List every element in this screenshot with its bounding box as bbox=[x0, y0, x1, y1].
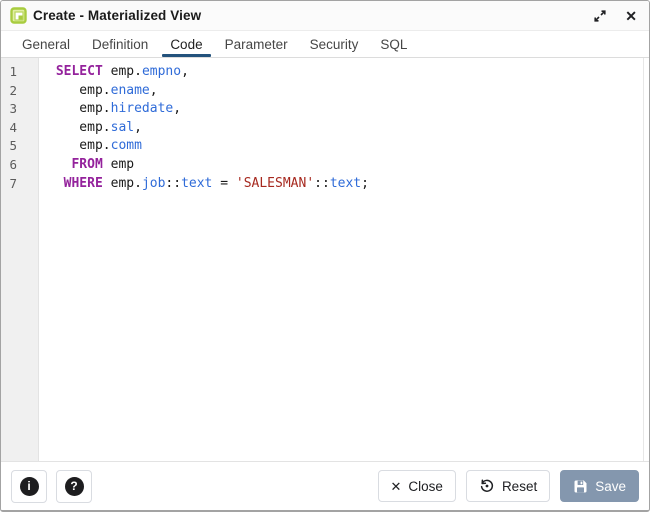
code-area[interactable]: SELECT emp.empno, emp.ename, emp.hiredat… bbox=[39, 58, 649, 461]
line-number: 5 bbox=[1, 137, 38, 156]
line-number: 7 bbox=[1, 175, 38, 194]
line-number-gutter: 1234567 bbox=[1, 58, 39, 461]
dialog-footer: i ? ✕ Close Reset bbox=[1, 461, 649, 510]
code-line: FROM emp bbox=[48, 156, 649, 175]
close-x-icon: ✕ bbox=[391, 480, 402, 493]
window-titlebar: Create - Materialized View ✕ bbox=[1, 1, 649, 31]
maximize-button[interactable] bbox=[591, 7, 609, 25]
tab-code[interactable]: Code bbox=[159, 31, 213, 57]
close-icon: ✕ bbox=[625, 9, 637, 23]
code-line: emp.comm bbox=[48, 137, 649, 156]
save-button[interactable]: Save bbox=[560, 470, 639, 502]
materialized-view-icon bbox=[9, 7, 27, 25]
create-materialized-view-dialog: Create - Materialized View ✕ GeneralDefi… bbox=[0, 0, 650, 512]
code-line: WHERE emp.job::text = 'SALESMAN'::text; bbox=[48, 175, 649, 194]
dialog-tab-bar: GeneralDefinitionCodeParameterSecuritySQ… bbox=[1, 31, 649, 58]
tab-general[interactable]: General bbox=[11, 31, 81, 57]
close-button[interactable]: ✕ Close bbox=[378, 470, 456, 502]
close-window-button[interactable]: ✕ bbox=[623, 7, 639, 25]
line-number: 4 bbox=[1, 119, 38, 138]
dialog-help-button[interactable]: ? bbox=[56, 470, 92, 503]
code-line: emp.hiredate, bbox=[48, 100, 649, 119]
line-number: 2 bbox=[1, 82, 38, 101]
tab-parameter[interactable]: Parameter bbox=[214, 31, 299, 57]
code-line: SELECT emp.empno, bbox=[48, 63, 649, 82]
line-number: 6 bbox=[1, 156, 38, 175]
reset-icon bbox=[479, 478, 495, 494]
reset-button-label: Reset bbox=[502, 479, 537, 494]
save-button-label: Save bbox=[595, 479, 626, 494]
line-number: 3 bbox=[1, 100, 38, 119]
window-title: Create - Materialized View bbox=[33, 8, 201, 23]
tab-definition[interactable]: Definition bbox=[81, 31, 159, 57]
save-icon bbox=[573, 479, 588, 494]
sql-code-editor[interactable]: 1234567 SELECT emp.empno, emp.ename, emp… bbox=[1, 58, 649, 461]
code-line: emp.ename, bbox=[48, 82, 649, 101]
maximize-icon bbox=[593, 9, 607, 23]
sql-help-button[interactable]: i bbox=[11, 470, 47, 503]
line-number: 1 bbox=[1, 63, 38, 82]
window-controls: ✕ bbox=[591, 7, 639, 25]
info-icon: i bbox=[20, 477, 39, 496]
code-line: emp.sal, bbox=[48, 119, 649, 138]
tab-security[interactable]: Security bbox=[299, 31, 370, 57]
tab-sql[interactable]: SQL bbox=[369, 31, 418, 57]
question-icon: ? bbox=[65, 477, 84, 496]
reset-button[interactable]: Reset bbox=[466, 470, 550, 502]
footer-actions: ✕ Close Reset Save bbox=[378, 470, 639, 502]
close-button-label: Close bbox=[408, 479, 443, 494]
